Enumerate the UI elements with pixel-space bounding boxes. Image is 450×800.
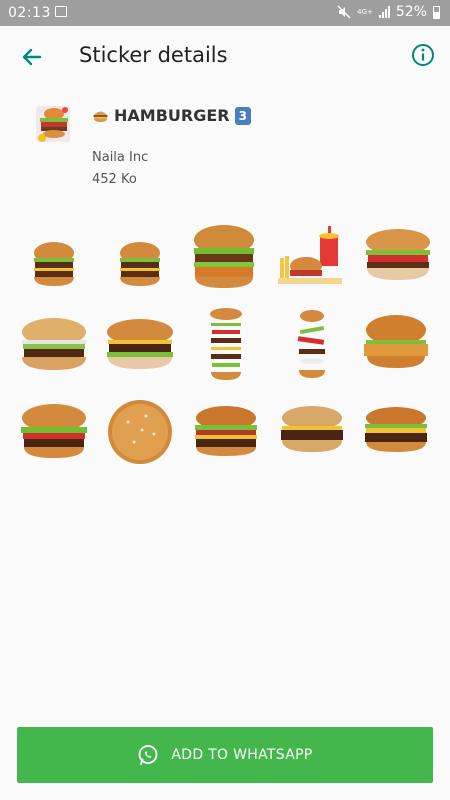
add-button-label: ADD TO WHATSAPP [171, 747, 313, 763]
add-to-whatsapp-button[interactable]: ADD TO WHATSAPP [17, 727, 433, 783]
sticker-steak-burger[interactable] [354, 394, 438, 478]
sticker-crispy-chicken-burger[interactable] [354, 306, 438, 390]
sticker-chicken-burger[interactable] [182, 218, 266, 302]
battery-icon [433, 5, 440, 19]
network-icon: 4G+ [357, 7, 373, 16]
whatsapp-icon [139, 745, 158, 765]
pack-title: HAMBURGER 3 [92, 106, 251, 125]
hamburger-emoji-icon [93, 111, 108, 122]
sticker-floating-burger-ingredients[interactable] [268, 306, 352, 390]
page-title: Sticker details [79, 43, 228, 67]
sticker-sesame-bun-top-view[interactable] [98, 394, 182, 478]
pack-size: 452 Ko [92, 172, 137, 187]
status-right: 4G+ 52% [337, 4, 440, 20]
sticker-double-burger-small[interactable] [12, 218, 96, 302]
app-bar: Sticker details [0, 26, 450, 88]
pack-number-badge: 3 [234, 106, 251, 125]
arrow-back-icon[interactable] [18, 43, 46, 71]
sticker-lettuce-beef-burger[interactable] [98, 306, 182, 390]
mute-icon [337, 5, 351, 19]
sticker-bacon-cheeseburger[interactable] [184, 394, 268, 478]
gallery-icon [55, 6, 67, 17]
battery-text: 52% [395, 4, 427, 20]
pack-publisher: Naila Inc [92, 150, 149, 165]
tray-image [36, 106, 70, 142]
sticker-classic-cheeseburger[interactable] [12, 306, 96, 390]
sticker-tomato-burger[interactable] [356, 218, 440, 302]
sticker-big-lettuce-burger[interactable] [12, 394, 96, 478]
pack-name: HAMBURGER [114, 106, 230, 125]
sticker-pack-header: HAMBURGER 3 Naila Inc 452 Ko [32, 102, 432, 192]
signal-icon [378, 6, 390, 18]
status-bar: 02:13 4G+ 52% [0, 0, 450, 26]
sticker-double-burger-small-2[interactable] [98, 218, 182, 302]
sticker-burger-fries-drink-meal[interactable] [270, 218, 354, 302]
status-time: 02:13 [8, 5, 51, 21]
sticker-exploded-burger-tall[interactable] [184, 306, 268, 390]
sticker-cheese-beef-burger[interactable] [270, 394, 354, 478]
info-icon[interactable] [411, 43, 435, 67]
